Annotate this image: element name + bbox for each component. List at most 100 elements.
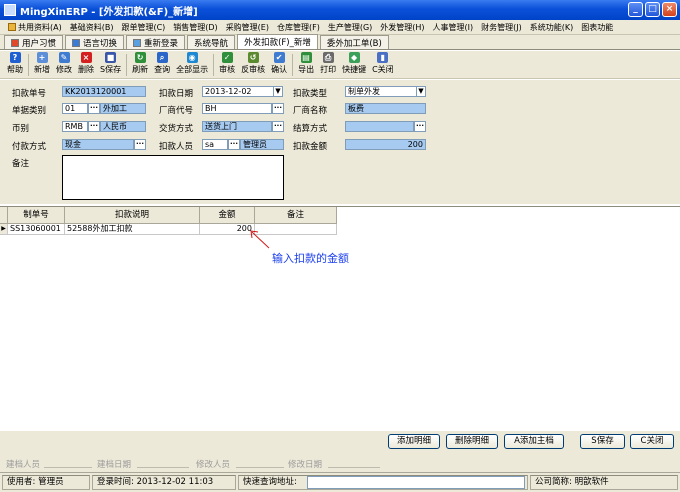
close-button[interactable]: C关闭 [630, 434, 674, 449]
settle-field[interactable] [345, 121, 414, 132]
tab-relogin[interactable]: 重新登录 [126, 35, 186, 49]
currency-code-field[interactable]: RMB [62, 121, 88, 132]
tab-outsource-deduction[interactable]: 外发扣款(F)_新增 [237, 34, 318, 49]
remark-textarea[interactable] [62, 155, 284, 200]
currency-lookup-button[interactable]: ··· [88, 121, 100, 132]
tab-outsource-order[interactable]: 委外加工单(B) [319, 35, 389, 49]
save-button[interactable]: S保存 [580, 434, 625, 449]
deduct-type-label: 扣款类型 [293, 89, 328, 99]
deduct-date-dropdown[interactable]: ▼ [273, 86, 283, 97]
grid-header-desc[interactable]: 扣款说明 [65, 207, 200, 224]
print-button[interactable]: ⎙ 打印 [317, 51, 339, 75]
shortcut-icon: ◆ [348, 52, 360, 63]
confirm-button[interactable]: ✔ 确认 [268, 51, 290, 75]
query-icon: ⌕ [156, 52, 168, 63]
menu-item-basic[interactable]: 基础资料(B) [66, 22, 118, 33]
export-button[interactable]: ▤ 导出 [295, 51, 317, 75]
close-doc-button[interactable]: ▮ C关闭 [369, 51, 397, 75]
doc-type-code-field[interactable]: 01 [62, 103, 88, 114]
refresh-button[interactable]: ↻ 刷新 [129, 51, 151, 75]
close-window-button[interactable]: × [662, 2, 677, 17]
toolbar-button-label: 反审核 [241, 65, 266, 74]
row-marker-icon: ▶ [0, 224, 8, 235]
toolbar-button-label: S保存 [100, 65, 122, 74]
grid-header-order-no[interactable]: 制单号 [8, 207, 65, 224]
help-button[interactable]: ? 帮助 [4, 51, 26, 75]
print-icon: ⎙ [322, 52, 334, 63]
add-master-button[interactable]: A添加主档 [504, 434, 564, 449]
status-bar: 使用者: 管理员 登录时间: 2013-12-02 11:03 快速查询地址: … [0, 472, 680, 492]
remark-label: 备注 [12, 159, 30, 169]
unapprove-icon: ↺ [247, 52, 259, 63]
delete-button[interactable]: × 删除 [75, 51, 97, 75]
vendor-name-label: 厂商名称 [293, 106, 328, 116]
status-company: 公司简称: 明歆软件 [530, 475, 678, 490]
deduct-person-lookup-button[interactable]: ··· [228, 139, 240, 150]
toolbar-button-label: 全部显示 [176, 65, 209, 74]
deduct-date-field[interactable]: 2013-12-02 [202, 86, 274, 97]
deduct-person-name-field: 管理员 [240, 139, 284, 150]
toolbar-button-label: 审核 [219, 65, 236, 74]
menu-item-order[interactable]: 跟单管理(C) [117, 22, 169, 33]
deduct-type-dropdown[interactable]: ▼ [416, 86, 426, 97]
toolbar-button-label: 导出 [298, 65, 315, 74]
pay-method-field[interactable]: 现金 [62, 139, 134, 150]
menu-item-sales[interactable]: 销售管理(D) [169, 22, 221, 33]
shortcut-button[interactable]: ◆ 快捷键 [339, 51, 369, 75]
vendor-code-lookup-button[interactable]: ··· [272, 103, 284, 114]
doc-type-lookup-button[interactable]: ··· [88, 103, 100, 114]
query-button[interactable]: ⌕ 查询 [151, 51, 173, 75]
detail-grid: 制单号 扣款说明 金额 备注 ▶ SS13060001 52588外加工扣款 2… [0, 206, 680, 431]
save-button[interactable]: ■ S保存 [97, 51, 124, 75]
deduct-date-label: 扣款日期 [159, 89, 194, 99]
settle-lookup-button[interactable]: ··· [414, 121, 426, 132]
confirm-icon: ✔ [273, 52, 285, 63]
pay-method-label: 付款方式 [12, 142, 47, 152]
menu-item-finance[interactable]: 财务管理(J) [477, 22, 526, 33]
doc-no-field[interactable]: KK2013120001 [62, 86, 146, 97]
tab-navigation[interactable]: 系统导航 [187, 35, 236, 49]
menu-item-outsource[interactable]: 外发管理(H) [376, 22, 428, 33]
toolbar-button-label: 新增 [34, 65, 50, 74]
delivery-field[interactable]: 送货上门 [202, 121, 272, 132]
tab-user-habits[interactable]: 用户习惯 [4, 35, 64, 49]
folder-icon [8, 23, 16, 31]
tab-language[interactable]: 语言切换 [65, 35, 125, 49]
table-row-amount[interactable]: 200 [200, 224, 255, 235]
vendor-code-field[interactable]: BH [202, 103, 272, 114]
minimize-button[interactable]: _ [628, 2, 643, 17]
toolbar-separator [28, 54, 29, 76]
approve-button[interactable]: ✓ 审核 [216, 51, 238, 75]
menu-item-hr[interactable]: 人事管理(I) [429, 22, 478, 33]
new-button[interactable]: + 新增 [31, 51, 53, 75]
pay-method-lookup-button[interactable]: ··· [134, 139, 146, 150]
menu-item-system[interactable]: 系统功能(K) [526, 22, 578, 33]
vendor-code-label: 厂商代号 [159, 106, 194, 116]
deduct-type-select[interactable]: 制单外发 [345, 86, 417, 97]
unapprove-button[interactable]: ↺ 反审核 [238, 51, 268, 75]
table-row-order-no[interactable]: SS13060001 [8, 224, 65, 235]
quick-query-input[interactable] [307, 476, 525, 489]
show-all-button[interactable]: ◉ 全部显示 [173, 51, 211, 75]
toolbar-separator [213, 54, 215, 76]
grid-header-amount[interactable]: 金额 [200, 207, 255, 224]
add-detail-button[interactable]: 添加明细 [388, 434, 440, 449]
maximize-button[interactable]: □ [645, 2, 660, 17]
grid-header-note[interactable]: 备注 [255, 207, 337, 224]
menu-item-production[interactable]: 生产管理(G) [324, 22, 376, 33]
menu-item-purchase[interactable]: 采购管理(E) [222, 22, 273, 33]
menu-item-warehouse[interactable]: 仓库管理(F) [273, 22, 324, 33]
delete-detail-button[interactable]: 删除明细 [446, 434, 498, 449]
table-row-desc[interactable]: 52588外加工扣款 [65, 224, 200, 235]
deduct-person-code-field[interactable]: sa [202, 139, 228, 150]
delivery-label: 交货方式 [159, 124, 194, 134]
approve-icon: ✓ [221, 52, 233, 63]
edit-icon: ✎ [58, 52, 70, 63]
menu-item-common[interactable]: 共用资料(A) [4, 22, 66, 33]
toolbar-separator [126, 54, 128, 76]
menu-item-charts[interactable]: 图表功能 [577, 22, 617, 33]
delivery-lookup-button[interactable]: ··· [272, 121, 284, 132]
doc-type-name-field: 外加工 [100, 103, 146, 114]
doc-type-label: 单据类别 [12, 106, 47, 116]
edit-button[interactable]: ✎ 修改 [53, 51, 75, 75]
